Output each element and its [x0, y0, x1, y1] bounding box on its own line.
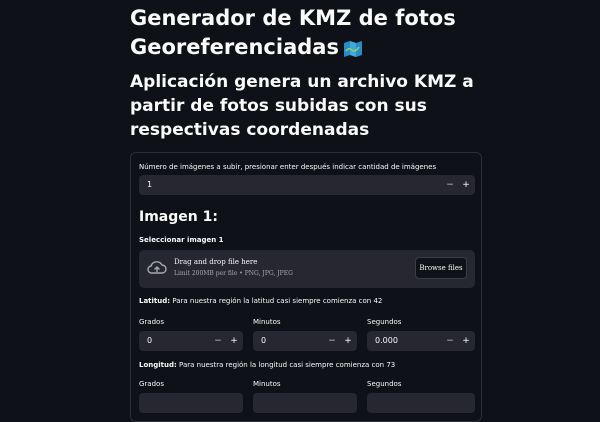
longitude-degrees-input[interactable]	[139, 393, 243, 413]
latitude-seconds-decrement-button[interactable]: −	[442, 331, 458, 351]
page-subtitle: Aplicación genera un archivo KMZ a parti…	[130, 72, 474, 140]
file-dropzone[interactable]: Drag and drop file here Limit 200MB per …	[139, 250, 475, 288]
longitude-title: Longitud:	[139, 361, 177, 369]
latitude-degrees-decrement-button[interactable]: −	[210, 331, 226, 351]
latitude-minutes-value: 0	[261, 336, 267, 345]
latitude-minutes-input[interactable]: 0 − +	[253, 331, 357, 351]
latitude-degrees-increment-button[interactable]: +	[226, 331, 242, 351]
cloud-upload-icon	[147, 261, 167, 274]
longitude-seconds-input[interactable]	[367, 393, 475, 413]
latitude-hint: Para nuestra región la latitud casi siem…	[172, 297, 383, 305]
latitude-seconds-increment-button[interactable]: +	[458, 331, 474, 351]
images-count-label: Número de imágenes a subir, presionar en…	[139, 163, 437, 171]
latitude-seconds-label: Segundos	[367, 318, 402, 326]
drag-drop-text: Drag and drop file here	[174, 258, 258, 266]
latitude-seconds-input[interactable]: 0.000 − +	[367, 331, 475, 351]
longitude-seconds-label: Segundos	[367, 380, 402, 388]
longitude-minutes-input[interactable]	[253, 393, 357, 413]
images-count-increment-button[interactable]: +	[458, 175, 474, 195]
images-count-decrement-button[interactable]: −	[442, 175, 458, 195]
upload-form: Número de imágenes a subir, presionar en…	[130, 152, 482, 422]
latitude-minutes-increment-button[interactable]: +	[340, 331, 356, 351]
latitude-degrees-input[interactable]: 0 − +	[139, 331, 243, 351]
map-icon	[343, 41, 362, 57]
latitude-description: Latitud: Para nuestra región la latitud …	[139, 297, 382, 305]
latitude-minutes-decrement-button[interactable]: −	[324, 331, 340, 351]
image-heading: Imagen 1:	[139, 209, 218, 225]
browse-files-button[interactable]: Browse files	[415, 257, 467, 279]
latitude-seconds-value: 0.000	[375, 336, 398, 345]
images-count-value: 1	[147, 180, 153, 189]
image-uploader-label: Seleccionar imagen 1	[139, 236, 224, 244]
longitude-minutes-label: Minutos	[253, 380, 281, 388]
latitude-title: Latitud:	[139, 297, 171, 305]
page-title-text: Generador de KMZ de fotos Georeferenciad…	[130, 6, 456, 59]
longitude-hint: Para nuestra región la longitud casi sie…	[179, 361, 396, 369]
latitude-degrees-label: Grados	[139, 318, 164, 326]
page-title: Generador de KMZ de fotos Georeferenciad…	[130, 4, 510, 62]
latitude-degrees-value: 0	[147, 336, 153, 345]
longitude-description: Longitud: Para nuestra región la longitu…	[139, 361, 395, 369]
latitude-minutes-label: Minutos	[253, 318, 281, 326]
images-count-input[interactable]: 1 − +	[139, 175, 475, 195]
longitude-degrees-label: Grados	[139, 380, 164, 388]
file-limit-text: Limit 200MB per file • PNG, JPG, JPEG	[174, 270, 293, 277]
